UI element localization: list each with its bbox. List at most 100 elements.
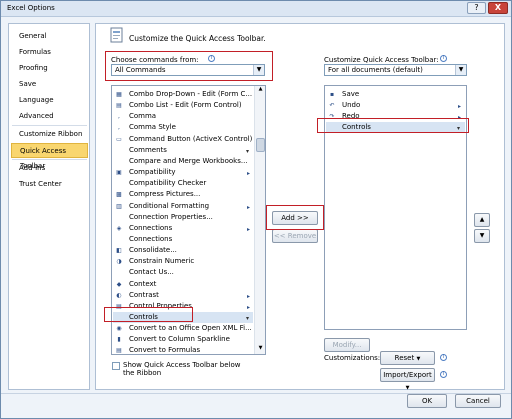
command-label: Consolidate...: [129, 246, 177, 255]
scroll-down-arrow-icon[interactable]: ▼: [256, 345, 265, 353]
toolbar-item[interactable]: ▪ Save: [326, 89, 465, 100]
command-label: Context: [129, 279, 157, 288]
nav-item-quick-access-toolbar[interactable]: Quick Access Toolbar: [11, 143, 88, 170]
command-item[interactable]: ◆ Context: [113, 279, 253, 290]
chevron-down-icon: ▼: [455, 65, 466, 75]
command-item[interactable]: ◑ Constrain Numeric: [113, 256, 253, 267]
command-label: Compatibility: [129, 168, 176, 177]
modify-button[interactable]: Modify...: [324, 338, 370, 352]
cancel-button[interactable]: Cancel: [455, 394, 501, 408]
window-title: Excel Options: [7, 4, 55, 12]
ok-button[interactable]: OK: [407, 394, 447, 408]
column-sparkline-icon: ▮: [117, 336, 121, 344]
nav-item-language[interactable]: Language: [11, 93, 88, 108]
constrain-numeric-icon: ◑: [116, 258, 122, 266]
toolbar-item-label: Undo: [342, 101, 361, 109]
highlight-controls-toolbar-item: [317, 118, 469, 133]
reset-button[interactable]: Reset ▼: [380, 351, 435, 365]
blank-icon: [115, 180, 123, 187]
commands-scrollbar[interactable]: ▲ ▼: [254, 86, 265, 354]
customize-toolbar-info-icon: i: [440, 55, 447, 62]
command-label: Constrain Numeric: [129, 257, 195, 266]
command-item[interactable]: Connections: [113, 234, 253, 245]
nav-item-save[interactable]: Save: [11, 77, 88, 92]
compress-pictures-icon: ▩: [116, 191, 122, 199]
comma-style-icon: ,: [118, 124, 120, 132]
scroll-up-arrow-icon[interactable]: ▲: [256, 86, 265, 94]
command-item[interactable]: ▦ Combo Drop-Down - Edit (Form C...: [113, 89, 253, 100]
command-item[interactable]: ▤ Combo List - Edit (Form Control): [113, 100, 253, 111]
customize-toolbar-label: Customize Quick Access Toolbar:: [324, 56, 439, 64]
highlight-choose-commands: [105, 51, 273, 81]
conditional-formatting-icon: ▥: [116, 202, 122, 210]
command-label: Compare and Merge Workbooks...: [129, 156, 248, 165]
command-label: Compatibility Checker: [129, 179, 207, 188]
command-item[interactable]: ▩ Compress Pictures...: [113, 189, 253, 200]
nav-item-trust-center[interactable]: Trust Center: [11, 177, 88, 192]
command-item[interactable]: Comments ▾: [113, 145, 253, 156]
import-export-label: Import/Export: [383, 371, 432, 379]
command-item[interactable]: ▭ Command Button (ActiveX Control): [113, 134, 253, 145]
import-export-info-icon: i: [440, 371, 447, 378]
command-item[interactable]: Compatibility Checker: [113, 178, 253, 189]
nav-item-advanced[interactable]: Advanced: [11, 109, 88, 124]
command-label: Comma Style: [129, 123, 176, 132]
command-item[interactable]: , Comma Style: [113, 122, 253, 133]
command-label: Connection Properties...: [129, 212, 213, 221]
close-button[interactable]: X: [488, 2, 508, 14]
command-item[interactable]: ▣ Compatibility ▸: [113, 167, 253, 178]
command-item[interactable]: , Comma: [113, 111, 253, 122]
customize-toolbar-dropdown[interactable]: For all documents (default) ▼: [324, 64, 467, 76]
nav-item-customize-ribbon[interactable]: Customize Ribbon: [11, 127, 88, 142]
command-label: Combo List - Edit (Form Control): [129, 101, 242, 110]
combo-list-icon: ▤: [116, 102, 122, 110]
highlight-add-button: [266, 205, 324, 230]
command-button-icon: ▭: [116, 135, 122, 143]
command-item[interactable]: ▮ Convert to Column Sparkline: [113, 334, 253, 345]
command-label: Connections: [129, 223, 173, 232]
command-label: Convert to Column Sparkline: [129, 335, 230, 344]
customizations-label: Customizations:: [324, 354, 381, 362]
scroll-thumb[interactable]: [256, 138, 265, 152]
command-item[interactable]: ◐ Contrast ▸: [113, 290, 253, 301]
command-item[interactable]: Connection Properties...: [113, 212, 253, 223]
nav-item-general[interactable]: General: [11, 29, 88, 44]
consolidate-icon: ◧: [116, 247, 122, 255]
undo-icon: ↶: [329, 102, 335, 109]
command-item[interactable]: Compare and Merge Workbooks...: [113, 156, 253, 167]
command-label: Compress Pictures...: [129, 190, 201, 199]
nav-item-proofing[interactable]: Proofing: [11, 61, 88, 76]
convert-formulas-icon: ▤: [116, 347, 122, 355]
blank-icon: [115, 147, 123, 154]
command-item[interactable]: ▥ Conditional Formatting ▸: [113, 201, 253, 212]
remove-button[interactable]: << Remove: [272, 229, 318, 243]
command-label: Combo Drop-Down - Edit (Form C...: [129, 90, 253, 98]
toolbar-item-label: Save: [342, 90, 360, 98]
command-item[interactable]: ◧ Consolidate...: [113, 245, 253, 256]
show-below-ribbon-checkbox[interactable]: [112, 362, 120, 370]
command-label: Comma: [129, 112, 157, 121]
chevron-down-icon: ▼: [416, 356, 421, 362]
context-icon: ◆: [116, 280, 122, 288]
import-export-button[interactable]: Import/Export ▼: [380, 368, 435, 391]
command-label: Comments: [129, 145, 167, 154]
nav-item-formulas[interactable]: Formulas: [11, 45, 88, 60]
command-item[interactable]: ▤ Convert to Formulas: [113, 345, 253, 356]
move-up-button[interactable]: ▲: [474, 213, 490, 227]
blank-icon: [115, 236, 123, 243]
command-label: Connections: [129, 234, 173, 243]
connections-icon: ◈: [116, 224, 122, 232]
command-item[interactable]: Contact Us...: [113, 267, 253, 278]
chevron-down-icon: ▼: [405, 385, 410, 391]
command-label: Command Button (ActiveX Control): [129, 134, 253, 143]
blank-icon: [115, 214, 123, 221]
command-item[interactable]: ◈ Connections ▸: [113, 223, 253, 234]
command-label: Convert to Formulas: [129, 346, 201, 355]
move-down-button[interactable]: ▼: [474, 229, 490, 243]
command-item[interactable]: ◉ Convert to an Office Open XML Fi...: [113, 323, 253, 334]
highlight-controls-command: [104, 307, 193, 322]
compatibility-icon: ▣: [116, 169, 122, 177]
nav-item-add-ins[interactable]: Add-Ins: [11, 161, 88, 176]
help-button[interactable]: ?: [467, 2, 486, 14]
toolbar-item[interactable]: ↶ Undo ▸: [326, 100, 465, 111]
